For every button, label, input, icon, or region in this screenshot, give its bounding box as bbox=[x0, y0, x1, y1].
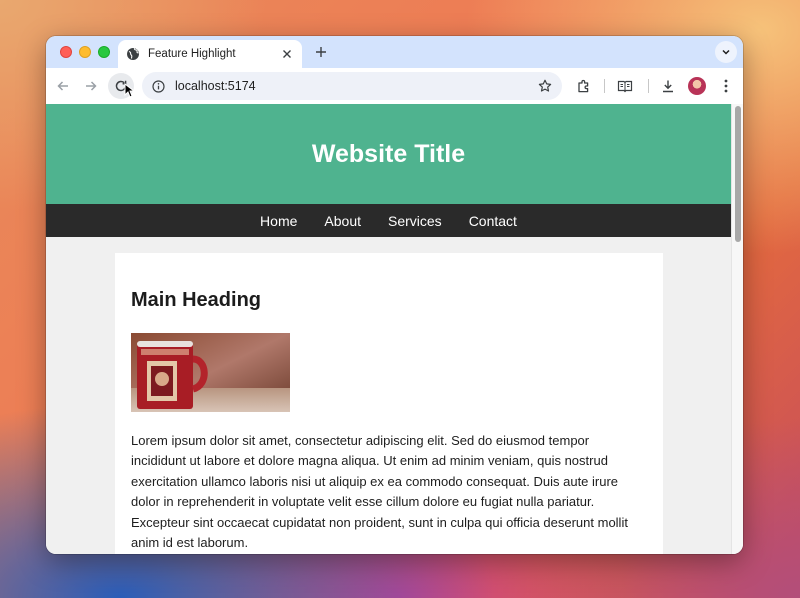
toolbar-divider bbox=[604, 79, 605, 93]
main-content-card: Main Heading Lorem ipsum dolor sit amet,… bbox=[115, 253, 663, 554]
info-icon[interactable] bbox=[152, 79, 165, 93]
maximize-window-button[interactable] bbox=[98, 46, 110, 58]
mouse-cursor-icon bbox=[124, 83, 134, 98]
nav-link-home[interactable]: Home bbox=[247, 213, 311, 229]
nav-link-about[interactable]: About bbox=[311, 213, 375, 229]
page-viewport: Website Title Home About Services Contac… bbox=[46, 104, 743, 554]
site-header: Website Title bbox=[46, 104, 731, 204]
site-title: Website Title bbox=[311, 139, 466, 168]
close-window-button[interactable] bbox=[60, 46, 72, 58]
toolbar-divider bbox=[648, 79, 649, 93]
site-nav: Home About Services Contact bbox=[46, 204, 731, 237]
nav-link-services[interactable]: Services bbox=[375, 213, 456, 229]
minimize-window-button[interactable] bbox=[79, 46, 91, 58]
reading-mode-icon[interactable] bbox=[614, 75, 636, 97]
globe-icon bbox=[126, 47, 140, 61]
browser-window: Feature Highlight localhost:5174 Website… bbox=[46, 36, 743, 554]
close-icon[interactable] bbox=[280, 47, 294, 61]
menu-icon[interactable] bbox=[715, 75, 737, 97]
download-icon[interactable] bbox=[657, 75, 679, 97]
mug-image bbox=[131, 333, 290, 412]
scrollbar[interactable] bbox=[731, 104, 743, 554]
web-page: Website Title Home About Services Contac… bbox=[46, 104, 731, 554]
scrollbar-thumb[interactable] bbox=[735, 106, 741, 242]
main-heading: Main Heading bbox=[131, 289, 262, 311]
extensions-icon[interactable] bbox=[572, 75, 594, 97]
url-text: localhost:5174 bbox=[175, 79, 256, 93]
tab-strip: Feature Highlight bbox=[46, 36, 743, 68]
window-controls bbox=[60, 46, 110, 58]
avatar[interactable] bbox=[688, 77, 706, 95]
browser-toolbar: localhost:5174 bbox=[46, 68, 743, 104]
tab-title: Feature Highlight bbox=[148, 48, 236, 60]
address-bar[interactable]: localhost:5174 bbox=[142, 72, 562, 100]
star-icon[interactable] bbox=[538, 79, 552, 93]
chevron-down-icon[interactable] bbox=[715, 41, 737, 63]
forward-icon[interactable] bbox=[80, 75, 102, 97]
back-icon[interactable] bbox=[52, 75, 74, 97]
nav-link-contact[interactable]: Contact bbox=[455, 213, 530, 229]
tab-feature-highlight[interactable]: Feature Highlight bbox=[118, 40, 302, 68]
plus-icon[interactable] bbox=[312, 43, 330, 61]
body-paragraph: Lorem ipsum dolor sit amet, consectetur … bbox=[131, 433, 628, 551]
